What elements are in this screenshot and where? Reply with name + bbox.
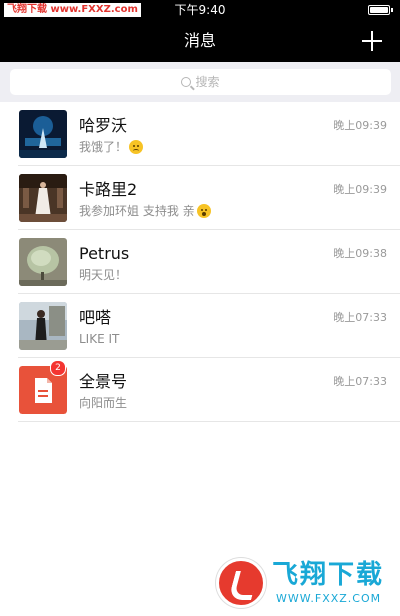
chat-time: 晚上09:39 bbox=[333, 183, 387, 196]
chat-list: 哈罗沃 我饿了！ 晚上09:39 卡路里2 我参加环姐 支持我 亲 晚上09:3… bbox=[0, 102, 400, 422]
site-watermark: 飞翔下载 WWW.FXXZ.COM bbox=[214, 556, 394, 610]
search-area: 搜索 bbox=[0, 62, 400, 102]
chat-time: 晚上09:39 bbox=[333, 119, 387, 132]
chat-preview: 明天见！ bbox=[79, 268, 128, 282]
chat-preview: 我饿了！ bbox=[79, 139, 144, 155]
chat-row-5[interactable]: 2 全景号 向阳而生 晚上07:33 bbox=[0, 358, 400, 422]
chat-name: 卡路里2 bbox=[79, 180, 138, 199]
chat-name: 哈罗沃 bbox=[79, 116, 128, 135]
chat-time: 晚上09:38 bbox=[333, 247, 387, 260]
chat-preview: LIKE IT bbox=[79, 332, 120, 346]
chat-row-2[interactable]: 卡路里2 我参加环姐 支持我 亲 晚上09:39 bbox=[0, 166, 400, 230]
chat-row-4[interactable]: 吧嗒 LIKE IT 晚上07:33 bbox=[0, 294, 400, 358]
surprised-face-icon bbox=[196, 204, 211, 218]
chat-time: 晚上07:33 bbox=[333, 375, 387, 388]
watermark-url: WWW.FXXZ.COM bbox=[276, 592, 382, 605]
chat-time: 晚上07:33 bbox=[333, 311, 387, 324]
search-input[interactable]: 搜索 bbox=[10, 69, 391, 95]
plus-icon[interactable] bbox=[362, 31, 382, 51]
status-time: 下午9:40 bbox=[174, 3, 226, 17]
nav-bar: 消息 bbox=[0, 20, 400, 62]
avatar bbox=[19, 238, 67, 286]
unread-badge: 2 bbox=[50, 360, 66, 376]
avatar bbox=[19, 302, 67, 350]
chat-preview: 向阳而生 bbox=[79, 396, 128, 410]
chat-row-1[interactable]: 哈罗沃 我饿了！ 晚上09:39 bbox=[0, 102, 400, 166]
chat-row-3[interactable]: Petrus 明天见！ 晚上09:38 bbox=[0, 230, 400, 294]
search-icon bbox=[181, 77, 192, 87]
battery-icon bbox=[368, 5, 393, 15]
status-bar: 飞翔下载 www.FXXZ.com 下午9:40 bbox=[0, 0, 400, 20]
watermark-title: 飞翔下载 bbox=[272, 560, 385, 590]
chat-name: Petrus bbox=[79, 244, 130, 263]
logo-icon bbox=[216, 558, 266, 608]
page-title: 消息 bbox=[183, 31, 216, 50]
avatar bbox=[19, 110, 67, 158]
chat-preview: 我参加环姐 支持我 亲 bbox=[79, 203, 211, 219]
sad-face-icon bbox=[129, 140, 144, 154]
chat-name: 吧嗒 bbox=[79, 308, 112, 327]
chat-name: 全景号 bbox=[79, 372, 128, 391]
avatar bbox=[19, 174, 67, 222]
search-placeholder: 搜索 bbox=[195, 75, 220, 89]
